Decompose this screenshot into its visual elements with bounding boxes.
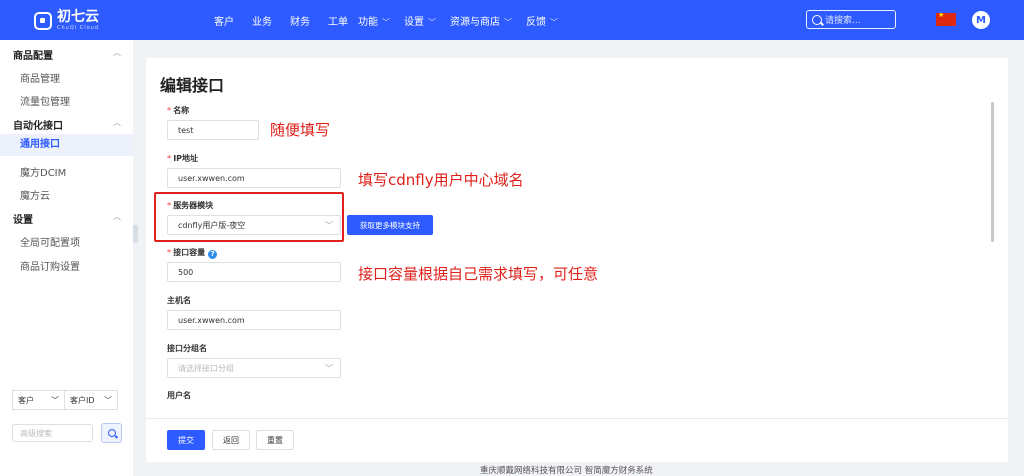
footer-text: 重庆顺戴网络科技有限公司 智简魔方财务系统 — [480, 466, 653, 476]
chevron-down-icon: ﹀ — [550, 18, 558, 27]
reset-button[interactable]: 重置 — [256, 430, 294, 450]
logo-icon — [34, 11, 52, 30]
name-label: * 名称 — [167, 106, 190, 115]
nav-customers[interactable]: 客户 — [214, 13, 234, 28]
main-nav: 客户 业务 财务 工单 功能 ﹀ 设置 ﹀ 资源与商店 ﹀ 反馈 ﹀ — [214, 13, 572, 28]
chevron-down-icon: ﹀ — [104, 395, 112, 405]
sidebar-item-mofang-dcim[interactable]: 魔方DCIM — [20, 164, 66, 179]
help-icon[interactable]: ? — [208, 250, 218, 259]
interface-group-select[interactable]: 请选择接口分组 ﹀ — [167, 358, 341, 378]
advanced-search-button[interactable] — [101, 423, 122, 443]
sidebar-collapse-handle[interactable] — [133, 225, 138, 243]
nav-settings[interactable]: 设置 ﹀ — [404, 13, 442, 28]
filter-field-select[interactable]: 客户ID ﹀ — [65, 390, 118, 410]
capacity-annotation: 接口容量根据自己需求填写，可任意 — [358, 265, 599, 283]
ip-address-input[interactable]: user.xwwen.com — [167, 168, 341, 188]
avatar[interactable]: M — [972, 11, 990, 29]
page-title: 编辑接口 — [160, 76, 225, 95]
chevron-down-icon: ﹀ — [51, 395, 59, 405]
nav-resources-store[interactable]: 资源与商店 ﹀ — [450, 13, 518, 28]
customer-filter: 客户 ﹀ 客户ID ﹀ — [12, 390, 118, 410]
sidebar-item-global-config[interactable]: 全局可配置项 — [20, 234, 80, 249]
capacity-label: * 接口容量? — [167, 247, 218, 259]
sidebar-group-automation[interactable]: 自动化接口 ︿ — [13, 117, 123, 132]
nav-business[interactable]: 业务 — [252, 13, 272, 28]
sidebar: 商品配置 ︿ 商品管理 流量包管理 自动化接口 ︿ 通用接口 魔方DCIM 魔方云 … — [0, 40, 133, 476]
logo-subtext: ChuQi Cloud — [57, 25, 100, 31]
chevron-down-icon: ﹀ — [428, 18, 436, 27]
chevron-down-icon: ﹀ — [325, 221, 333, 230]
logo-text: 初七云 — [57, 9, 99, 25]
chevron-down-icon: ﹀ — [325, 364, 333, 373]
filter-type-select[interactable]: 客户 ﹀ — [12, 390, 65, 410]
username-label: 用户名 — [167, 391, 191, 400]
sidebar-group-product-config[interactable]: 商品配置 ︿ — [13, 47, 123, 62]
capacity-input[interactable]: 500 — [167, 262, 341, 282]
get-more-modules-button[interactable]: 获取更多模块支持 — [347, 215, 433, 235]
chevron-up-icon: ︿ — [113, 48, 121, 57]
divider — [146, 418, 1008, 419]
group-label: 接口分组名 — [167, 344, 207, 353]
nav-functions[interactable]: 功能 ﹀ — [358, 13, 396, 28]
submit-button[interactable]: 提交 — [167, 430, 205, 450]
nav-finance[interactable]: 财务 — [290, 13, 310, 28]
sidebar-item-mofang-cloud[interactable]: 魔方云 — [20, 187, 50, 202]
nav-tickets[interactable]: 工单 — [328, 13, 348, 28]
server-module-select[interactable]: cdnfly用户版-夜空 ﹀ — [167, 215, 341, 235]
logo[interactable]: 初七云 ChuQi Cloud — [34, 10, 99, 31]
server-module-label: * 服务器模块 — [167, 201, 214, 210]
sidebar-item-order-settings[interactable]: 商品订购设置 — [20, 258, 80, 273]
search-icon — [107, 429, 116, 437]
chevron-up-icon: ︿ — [113, 212, 121, 221]
chevron-down-icon: ﹀ — [382, 18, 390, 27]
china-flag-icon[interactable] — [936, 11, 956, 26]
sidebar-item-generic-interface[interactable]: 通用接口 — [0, 134, 133, 156]
global-search-input[interactable]: 请搜索... — [806, 10, 896, 29]
name-annotation: 随便填写 — [270, 121, 331, 139]
chevron-down-icon: ﹀ — [504, 18, 512, 27]
sidebar-item-traffic-packages[interactable]: 流量包管理 — [20, 93, 70, 108]
top-navbar: 初七云 ChuQi Cloud 客户 业务 财务 工单 功能 ﹀ 设置 ﹀ 资源与商… — [0, 0, 1024, 40]
back-button[interactable]: 返回 — [212, 430, 250, 450]
search-icon — [812, 14, 822, 25]
ip-annotation: 填写cdnfly用户中心域名 — [358, 171, 524, 189]
scrollbar[interactable] — [991, 102, 994, 242]
nav-feedback[interactable]: 反馈 ﹀ — [526, 13, 564, 28]
hostname-input[interactable]: user.xwwen.com — [167, 310, 341, 330]
edit-interface-form: 编辑接口 * 名称 test 随便填写 * IP地址 user.xwwen.com … — [146, 58, 1008, 462]
hostname-label: 主机名 — [167, 296, 191, 305]
sidebar-group-settings[interactable]: 设置 ︿ — [13, 211, 123, 226]
sidebar-item-product-management[interactable]: 商品管理 — [20, 70, 60, 85]
ip-label: * IP地址 — [167, 154, 199, 163]
name-input[interactable]: test — [167, 120, 259, 140]
advanced-search-input[interactable]: 高级搜索 — [12, 424, 93, 442]
chevron-up-icon: ︿ — [113, 118, 121, 127]
